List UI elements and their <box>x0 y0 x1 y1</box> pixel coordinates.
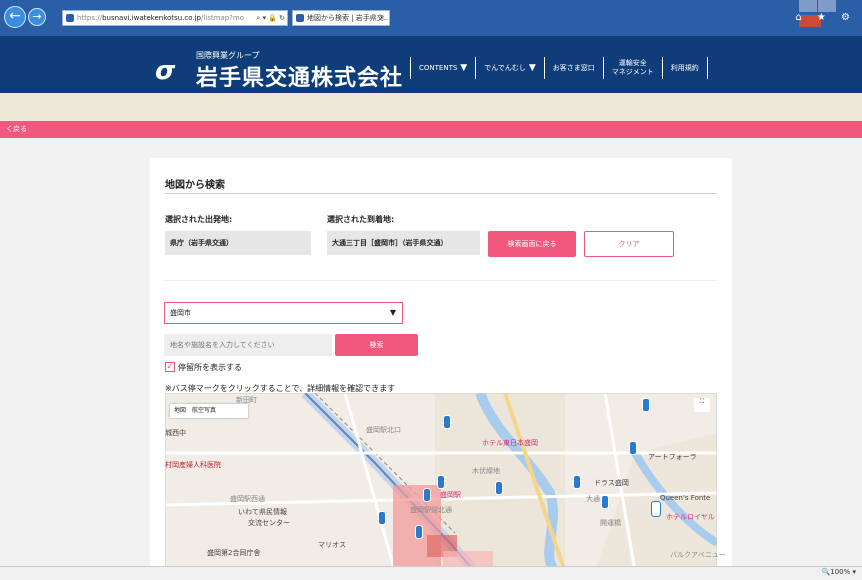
nav-customer-service[interactable]: お客さま窓口 <box>553 64 595 73</box>
nav-divider <box>410 57 411 79</box>
map-label: バルクアベニュー <box>670 551 726 559</box>
bus-stop-icon[interactable] <box>601 495 609 509</box>
bus-stop-icon[interactable] <box>651 501 661 517</box>
section-divider <box>165 280 717 281</box>
map-label: ドラス盛岡 <box>594 479 629 487</box>
site-header: σ 国際興業グループ 岩手県交通株式会社 CONTENTS ▼ でんでんむし ▼ お… <box>0 36 862 93</box>
main-nav: CONTENTS ▼ でんでんむし ▼ お客さま窓口 運輸安全 マネジメント 利用規… <box>402 56 716 80</box>
company-logo-icon[interactable]: σ <box>155 56 175 86</box>
map-label: ホテル東日本盛岡 <box>482 439 538 447</box>
page-title: 地図から検索 <box>165 180 225 191</box>
map-label: 盛岡駅前北通 <box>410 506 452 514</box>
header-spacer <box>0 93 862 121</box>
maximize-button[interactable] <box>818 0 836 12</box>
nav-safety-management[interactable]: 運輸安全 マネジメント <box>612 59 654 77</box>
url-path: /listmap?mo <box>200 14 244 22</box>
departure-value: 県庁（岩手県交通） <box>165 231 311 255</box>
bus-stop-icon[interactable] <box>423 488 431 502</box>
map-label: 新田町 <box>236 396 257 404</box>
back-link[interactable]: く戻る <box>0 121 862 138</box>
bus-stop-icon[interactable] <box>642 398 650 412</box>
map-label: 盛岡第2合同庁舎 <box>207 549 261 557</box>
zoom-level[interactable]: 🔍100% ▾ <box>822 568 856 576</box>
map-type-map[interactable]: 地図 <box>174 407 186 414</box>
map-label: 村岡産婦人科医院 <box>165 461 221 469</box>
site-favicon-icon <box>66 14 74 22</box>
map-label: 交流センター <box>248 519 290 527</box>
arrival-value: 大通三丁目［盛岡市］（岩手県交通） <box>327 231 480 255</box>
browser-chrome: ← → https://busnavi.iwatekenkotsu.co.jp/… <box>0 0 862 36</box>
show-stops-checkbox[interactable]: ✓ <box>165 362 175 372</box>
map-label: 城西中 <box>165 429 186 437</box>
bus-stop-icon[interactable] <box>573 475 581 489</box>
bus-stop-icon[interactable] <box>629 441 637 455</box>
map-label: Queen's Fonte <box>660 494 711 502</box>
nav-divider <box>661 57 663 79</box>
title-divider <box>165 193 717 194</box>
nav-divider <box>602 57 604 79</box>
tab-close-icon[interactable]: × <box>379 11 385 25</box>
address-controls[interactable]: ⌕ ▾ 🔒 ↻ <box>256 11 285 25</box>
url-host: busnavi.iwatekenkotsu.co.jp <box>102 14 201 22</box>
bus-stop-icon[interactable] <box>443 415 451 429</box>
bus-stop-icon[interactable] <box>437 475 445 489</box>
map-type-satellite[interactable]: 航空写真 <box>192 407 216 414</box>
map-view[interactable] <box>165 393 717 572</box>
map-label: マリオス <box>318 541 346 549</box>
clear-button[interactable]: クリア <box>584 231 674 257</box>
map-label: 木伏緑地 <box>472 467 500 475</box>
address-bar[interactable]: https://busnavi.iwatekenkotsu.co.jp/list… <box>62 10 288 26</box>
city-select-value: 盛岡市 <box>170 309 191 317</box>
nav-terms[interactable]: 利用規約 <box>671 64 699 73</box>
departure-label: 選択された出発地: <box>165 215 233 224</box>
window-controls <box>798 0 858 27</box>
arrival-label: 選択された到着地: <box>327 215 395 224</box>
chevron-down-icon: ▼ <box>389 308 396 317</box>
back-to-search-button[interactable]: 検索画面に戻る <box>488 231 576 257</box>
city-select[interactable]: 盛岡市 ▼ <box>164 302 403 324</box>
map-label: 盛岡駅 <box>440 491 461 499</box>
map-label: 開運橋 <box>600 519 621 527</box>
chevron-down-icon: ▼ <box>528 62 536 73</box>
nav-divider <box>706 57 708 79</box>
show-stops-label: 停留所を表示する <box>178 363 242 372</box>
map-label: 盛岡駅北口 <box>366 426 401 434</box>
bus-stop-icon[interactable] <box>495 481 503 495</box>
browser-tab[interactable]: 地図から検索 | 岩手県交... × <box>292 10 390 26</box>
fullscreen-icon[interactable]: ⛶ <box>694 398 710 412</box>
bus-stop-icon[interactable] <box>415 525 423 539</box>
forward-button[interactable]: → <box>28 8 46 26</box>
nav-divider <box>543 57 545 79</box>
nav-contents[interactable]: CONTENTS ▼ <box>419 62 468 73</box>
tab-title: 地図から検索 | 岩手県交... <box>307 14 390 22</box>
nav-dendenmushi[interactable]: でんでんむし ▼ <box>484 62 536 73</box>
company-name[interactable]: 岩手県交通株式会社 <box>196 60 403 92</box>
keyword-search-input[interactable] <box>164 334 332 356</box>
browser-toolbar-icons[interactable]: ⌂ ★ ⚙ <box>795 12 856 23</box>
map-label: いわて県民情報 <box>238 508 287 516</box>
tab-favicon-icon <box>296 14 304 22</box>
search-button[interactable]: 検索 <box>335 334 418 356</box>
url-prefix: https:// <box>77 14 103 22</box>
back-button[interactable]: ← <box>4 6 26 28</box>
bus-stop-icon[interactable] <box>378 511 386 525</box>
nav-divider <box>475 57 477 79</box>
map-label: 大通 <box>586 495 600 503</box>
map-label: ホテルロイヤル <box>666 513 715 521</box>
minimize-button[interactable] <box>799 0 817 12</box>
status-bar: 🔍100% ▾ <box>0 566 862 580</box>
map-type-control[interactable]: 地図 航空写真 <box>170 404 248 418</box>
chevron-down-icon: ▼ <box>460 62 468 73</box>
map-label: アートフォーラ <box>648 453 697 461</box>
map-label: 盛岡駅西通 <box>230 495 265 503</box>
